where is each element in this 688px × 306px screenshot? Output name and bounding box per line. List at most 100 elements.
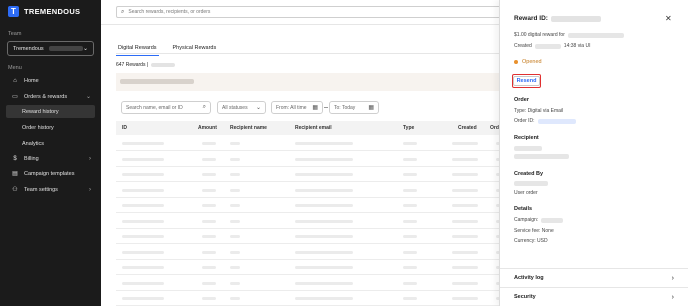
- status-select[interactable]: All statuses ⌄: [217, 101, 266, 114]
- resend-button[interactable]: Resend: [512, 76, 541, 86]
- redacted-cell: [295, 142, 353, 145]
- table-row[interactable]: [116, 245, 500, 260]
- column-recipient-name[interactable]: Recipient name: [230, 125, 267, 131]
- date-from-value: From: All time: [276, 104, 307, 111]
- campaign-label: Campaign:: [514, 217, 539, 223]
- reward-count-label: 647 Rewards |: [116, 62, 149, 68]
- created-label: Created: [514, 43, 532, 49]
- column-amount[interactable]: Amount: [198, 125, 217, 131]
- reward-amount-text: $1.00 digital reward for: [514, 32, 565, 38]
- chevron-down-icon: ⌄: [255, 105, 261, 111]
- order-id-link[interactable]: [537, 118, 576, 124]
- currency: Currency: USD: [514, 238, 548, 244]
- info-banner: [116, 73, 499, 91]
- created-date-redacted: [534, 43, 561, 49]
- redacted-cell: [122, 219, 164, 223]
- table-header: ID Amount Recipient name Recipient email…: [116, 121, 499, 135]
- search-icon: ⌕: [202, 104, 206, 110]
- sidebar-item-reward-history[interactable]: Reward history: [6, 105, 95, 118]
- redacted-cell: [202, 235, 216, 238]
- column-order[interactable]: Ord: [490, 125, 499, 131]
- table-row[interactable]: [116, 276, 500, 291]
- close-icon[interactable]: ✕: [665, 14, 672, 23]
- table-search-placeholder: Search name, email or ID: [126, 104, 183, 111]
- details-heading: Details: [514, 206, 533, 212]
- sidebar-item-order-history[interactable]: Order history: [6, 121, 95, 134]
- redacted-cell: [122, 281, 164, 285]
- sidebar-item-analytics[interactable]: Analytics: [6, 137, 95, 150]
- divider: [500, 287, 688, 288]
- redacted-cell: [230, 235, 240, 238]
- sidebar-item-label: Orders & rewards: [24, 93, 68, 100]
- table-row[interactable]: [116, 214, 500, 229]
- redacted-cell: [202, 142, 216, 145]
- sidebar-item-orders-rewards[interactable]: ▭ Orders & rewards ⌄: [6, 90, 95, 103]
- reward-detail-panel: Reward ID: ✕ $1.00 digital reward for Cr…: [499, 0, 688, 306]
- search-icon: ⌕: [121, 8, 125, 15]
- table-row[interactable]: [116, 183, 500, 198]
- reward-summary: $1.00 digital reward for: [514, 32, 624, 38]
- date-from-input[interactable]: From: All time ▦: [271, 101, 323, 114]
- column-created[interactable]: Created: [458, 125, 477, 131]
- sidebar-item-label: Reward history: [22, 108, 59, 115]
- campaign-redacted: [541, 217, 564, 223]
- redacted-cell: [452, 297, 478, 300]
- sidebar-item-campaign-templates[interactable]: ▤ Campaign templates: [6, 167, 95, 180]
- redacted-cell: [295, 219, 353, 223]
- recipient-name-redacted: [514, 146, 542, 151]
- table-row[interactable]: [116, 260, 500, 275]
- redacted-cell: [295, 266, 353, 269]
- reward-id-redacted: [550, 15, 601, 22]
- redacted-cell: [403, 173, 417, 176]
- column-type[interactable]: Type: [403, 125, 414, 131]
- chevron-right-icon: ›: [671, 294, 674, 301]
- redacted-cell: [452, 281, 478, 285]
- team-select[interactable]: Tremendous ⌄: [7, 41, 94, 56]
- table-row[interactable]: [116, 198, 500, 213]
- redacted-cell: [122, 157, 164, 161]
- sidebar-item-home[interactable]: ⌂ Home: [6, 74, 95, 87]
- calendar-icon: ▦: [312, 105, 318, 111]
- chevron-down-icon: ⌄: [85, 94, 91, 100]
- redacted-cell: [403, 266, 417, 269]
- table-row[interactable]: [116, 136, 500, 151]
- table-row[interactable]: [116, 291, 500, 306]
- table-row[interactable]: [116, 167, 500, 182]
- created-suffix: 14:38 via UI: [563, 43, 591, 49]
- global-search-input[interactable]: ⌕ Search rewards, recipients, or orders: [116, 6, 506, 18]
- order-heading: Order: [514, 97, 529, 103]
- sidebar-item-label: Billing: [24, 155, 39, 162]
- status-badge: Opened: [514, 59, 542, 65]
- redacted-cell: [403, 235, 417, 238]
- redacted-cell: [230, 250, 240, 254]
- team-select-value: Tremendous: [13, 45, 44, 52]
- activity-log-label: Activity log: [514, 275, 544, 281]
- redacted-cell: [452, 250, 478, 254]
- brand-logo[interactable]: T TREMENDOUS: [8, 6, 80, 17]
- reward-created: Created 14:38 via UI: [514, 43, 590, 49]
- redacted-cell: [295, 297, 353, 300]
- redacted-cell: [230, 204, 240, 207]
- redacted-cell: [230, 188, 240, 192]
- campaign-row: Campaign:: [514, 217, 564, 223]
- column-recipient-email[interactable]: Recipient email: [295, 125, 332, 131]
- redacted-cell: [403, 297, 417, 300]
- home-icon: ⌂: [13, 77, 17, 84]
- team-icon: ⚇: [12, 187, 18, 193]
- table-row[interactable]: [116, 152, 500, 167]
- activity-log-row[interactable]: Activity log ›: [514, 275, 674, 282]
- date-to-input[interactable]: To: Today ▦: [329, 101, 379, 114]
- sidebar-item-billing[interactable]: $ Billing ›: [6, 152, 95, 165]
- table-search-input[interactable]: Search name, email or ID ⌕: [121, 101, 211, 114]
- security-row[interactable]: Security ›: [514, 294, 674, 301]
- sidebar-item-team-settings[interactable]: ⚇ Team settings ›: [6, 183, 95, 196]
- column-id[interactable]: ID: [122, 125, 127, 131]
- redacted-cell: [230, 157, 240, 161]
- resend-highlight: Resend: [512, 74, 541, 88]
- redacted-cell: [202, 188, 216, 192]
- redacted-cell: [295, 204, 353, 207]
- redacted-cell: [452, 188, 478, 192]
- table-row[interactable]: [116, 229, 500, 244]
- redacted-cell: [403, 219, 417, 223]
- status-dot-icon: [514, 60, 518, 64]
